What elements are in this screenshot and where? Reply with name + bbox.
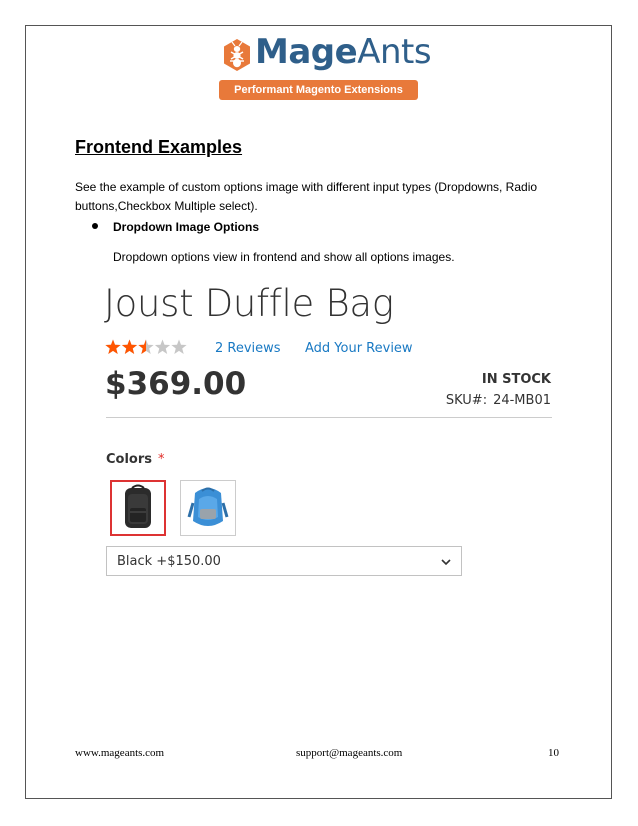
rating-stars	[105, 339, 187, 354]
footer-website: www.mageants.com	[75, 747, 165, 759]
star-filled-icon	[121, 339, 138, 354]
stock-status: IN STOCK	[481, 372, 551, 387]
chevron-down-icon	[441, 559, 451, 566]
logo-tagline: Performant Magento Extensions	[219, 80, 418, 100]
sku-info: SKU#: 24-MB01	[446, 393, 551, 408]
select-value: Black +$150.00	[117, 554, 221, 569]
option-label-text: Colors	[106, 452, 153, 467]
divider	[106, 417, 552, 418]
ant-hexagon-logo-icon	[224, 39, 250, 71]
black-backpack-icon	[125, 484, 151, 528]
bullet-icon	[92, 223, 98, 229]
product-price: $369.00	[105, 366, 247, 402]
swatch-blue-backpack[interactable]	[180, 480, 236, 536]
blue-backpack-icon	[187, 487, 229, 526]
bullet-description: Dropdown options view in frontend and sh…	[113, 250, 455, 264]
sku-label: SKU#:	[445, 393, 488, 408]
color-select-dropdown[interactable]: Black +$150.00	[106, 546, 462, 576]
add-review-link[interactable]: Add Your Review	[305, 341, 413, 356]
required-marker: *	[158, 452, 165, 467]
logo-wordmark-part2: Ants	[357, 32, 432, 72]
product-name: Joust Duffle Bag	[104, 282, 394, 325]
bullet-label: Dropdown Image Options	[113, 220, 259, 234]
reviews-link[interactable]: 2 Reviews	[215, 341, 281, 356]
logo-wordmark-part1: Mage	[255, 32, 358, 72]
star-empty-icon	[154, 339, 171, 354]
swatch-black-backpack[interactable]	[110, 480, 166, 536]
option-label: Colors *	[106, 452, 165, 467]
logo-wordmark: MageAnts	[255, 32, 432, 72]
footer-email: support@mageants.com	[296, 747, 403, 759]
section-title: Frontend Examples	[75, 137, 243, 157]
star-empty-icon	[171, 339, 187, 354]
intro-paragraph: See the example of custom options image …	[75, 180, 538, 213]
footer-page-number: 10	[548, 747, 559, 759]
mageants-logo: MageAnts Performant Magento Extensions	[219, 32, 432, 104]
star-filled-icon	[105, 339, 121, 354]
sku-value: 24-MB01	[493, 393, 551, 408]
